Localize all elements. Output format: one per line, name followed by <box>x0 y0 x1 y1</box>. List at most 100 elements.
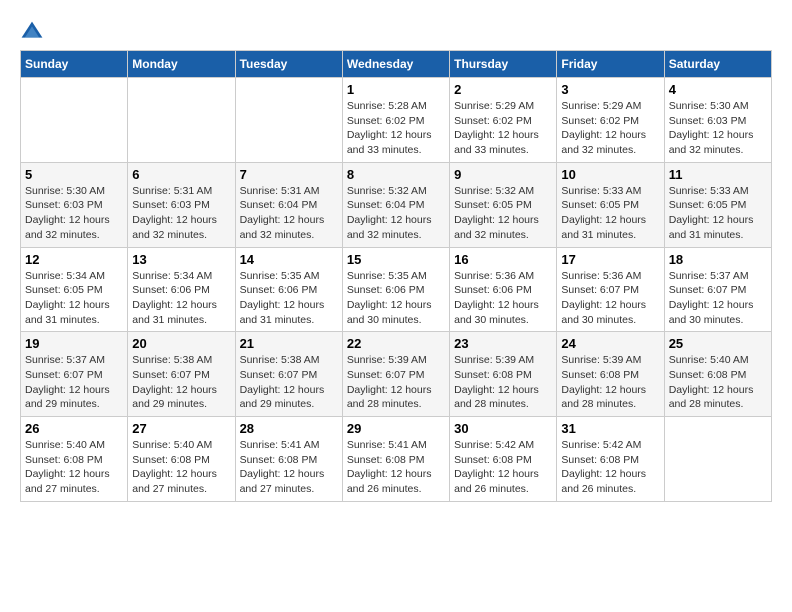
day-info-text: Sunset: 6:07 PM <box>347 368 445 383</box>
calendar-cell: 15Sunrise: 5:35 AMSunset: 6:06 PMDayligh… <box>342 247 449 332</box>
day-info-text: Sunset: 6:05 PM <box>669 198 767 213</box>
day-number: 7 <box>240 167 338 182</box>
day-info-text: Sunset: 6:07 PM <box>240 368 338 383</box>
calendar-cell: 27Sunrise: 5:40 AMSunset: 6:08 PMDayligh… <box>128 417 235 502</box>
day-number: 27 <box>132 421 230 436</box>
day-info-text: Sunset: 6:02 PM <box>347 114 445 129</box>
day-info-text: Sunset: 6:06 PM <box>454 283 552 298</box>
calendar-cell <box>235 78 342 163</box>
day-number: 9 <box>454 167 552 182</box>
calendar-cell <box>21 78 128 163</box>
day-info-text: Daylight: 12 hours and 31 minutes. <box>561 213 659 242</box>
day-number: 30 <box>454 421 552 436</box>
day-info-text: Sunrise: 5:38 AM <box>132 353 230 368</box>
calendar-cell: 30Sunrise: 5:42 AMSunset: 6:08 PMDayligh… <box>450 417 557 502</box>
day-info-text: Daylight: 12 hours and 26 minutes. <box>347 467 445 496</box>
day-of-week-header: Friday <box>557 51 664 78</box>
day-number: 1 <box>347 82 445 97</box>
calendar-cell: 29 Sunrise: 5:41 AMSunset: 6:08 PMDayligh… <box>342 417 449 502</box>
day-info-text: Daylight: 12 hours and 28 minutes. <box>347 383 445 412</box>
calendar-week-row: 5Sunrise: 5:30 AMSunset: 6:03 PMDaylight… <box>21 162 772 247</box>
day-of-week-header: Thursday <box>450 51 557 78</box>
day-number: 10 <box>561 167 659 182</box>
day-number: 25 <box>669 336 767 351</box>
day-info-text: Sunset: 6:08 PM <box>561 453 659 468</box>
day-number: 31 <box>561 421 659 436</box>
day-info-text: Daylight: 12 hours and 32 minutes. <box>132 213 230 242</box>
calendar-cell: 19 Sunrise: 5:37 AMSunset: 6:07 PMDayligh… <box>21 332 128 417</box>
day-info-text: Sunrise: 5:37 AM <box>669 269 767 284</box>
logo-icon <box>20 20 44 40</box>
day-info-text: Sunrise: 5:37 AM <box>25 353 123 368</box>
day-of-week-header: Wednesday <box>342 51 449 78</box>
day-number: 15 <box>347 252 445 267</box>
day-info-text: Daylight: 12 hours and 32 minutes. <box>25 213 123 242</box>
day-info-text: Sunset: 6:05 PM <box>561 198 659 213</box>
calendar-cell: 17Sunrise: 5:36 AMSunset: 6:07 PMDayligh… <box>557 247 664 332</box>
day-number: 4 <box>669 82 767 97</box>
day-number: 19 <box>25 336 123 351</box>
day-number: 26 <box>25 421 123 436</box>
day-info-text: Sunrise: 5:42 AM <box>454 438 552 453</box>
day-number: 22 <box>347 336 445 351</box>
calendar-cell: 23Sunrise: 5:39 AMSunset: 6:08 PMDayligh… <box>450 332 557 417</box>
day-info-text: Sunset: 6:04 PM <box>240 198 338 213</box>
calendar-table: SundayMondayTuesdayWednesdayThursdayFrid… <box>20 50 772 502</box>
day-info-text: Sunrise: 5:32 AM <box>347 184 445 199</box>
day-info-text: Daylight: 12 hours and 29 minutes. <box>132 383 230 412</box>
calendar-cell: 26Sunrise: 5:40 AMSunset: 6:08 PMDayligh… <box>21 417 128 502</box>
day-number: 20 <box>132 336 230 351</box>
day-number: 5 <box>25 167 123 182</box>
day-of-week-header: Sunday <box>21 51 128 78</box>
day-info-text: Daylight: 12 hours and 28 minutes. <box>454 383 552 412</box>
calendar-cell: 22 Sunrise: 5:39 AMSunset: 6:07 PMDayligh… <box>342 332 449 417</box>
day-number: 12 <box>25 252 123 267</box>
calendar-cell: 28Sunrise: 5:41 AMSunset: 6:08 PMDayligh… <box>235 417 342 502</box>
day-info-text: Sunrise: 5:31 AM <box>132 184 230 199</box>
calendar-week-row: 1Sunrise: 5:28 AMSunset: 6:02 PMDaylight… <box>21 78 772 163</box>
day-number: 29 <box>347 421 445 436</box>
calendar-cell <box>128 78 235 163</box>
day-info-text: Sunset: 6:07 PM <box>561 283 659 298</box>
day-info-text: Sunrise: 5:41 AM <box>347 438 445 453</box>
calendar-cell: 20Sunrise: 5:38 AMSunset: 6:07 PMDayligh… <box>128 332 235 417</box>
day-number: 8 <box>347 167 445 182</box>
calendar-week-row: 26Sunrise: 5:40 AMSunset: 6:08 PMDayligh… <box>21 417 772 502</box>
calendar-week-row: 19Sunrise: 5:37 AMSunset: 6:07 PMDayligh… <box>21 332 772 417</box>
day-info-text: Sunset: 6:06 PM <box>347 283 445 298</box>
day-info-text: Daylight: 12 hours and 33 minutes. <box>454 128 552 157</box>
day-info-text: Sunrise: 5:35 AM <box>240 269 338 284</box>
day-info-text: Daylight: 12 hours and 30 minutes. <box>561 298 659 327</box>
day-info-text: Sunrise: 5:34 AM <box>25 269 123 284</box>
day-info-text: Sunrise: 5:41 AM <box>240 438 338 453</box>
day-info-text: Sunrise: 5:32 AM <box>454 184 552 199</box>
day-info-text: Sunrise: 5:31 AM <box>240 184 338 199</box>
day-info-text: Sunset: 6:07 PM <box>25 368 123 383</box>
header <box>20 20 772 40</box>
day-number: 2 <box>454 82 552 97</box>
day-info-text: Daylight: 12 hours and 27 minutes. <box>240 467 338 496</box>
day-info-text: Daylight: 12 hours and 26 minutes. <box>454 467 552 496</box>
day-info-text: Daylight: 12 hours and 31 minutes. <box>25 298 123 327</box>
day-of-week-header: Saturday <box>664 51 771 78</box>
day-info-text: Sunset: 6:05 PM <box>25 283 123 298</box>
day-info-text: Sunrise: 5:39 AM <box>347 353 445 368</box>
day-info-text: Sunset: 6:06 PM <box>240 283 338 298</box>
calendar-cell: 13Sunrise: 5:34 AMSunset: 6:06 PMDayligh… <box>128 247 235 332</box>
day-info-text: Daylight: 12 hours and 29 minutes. <box>240 383 338 412</box>
day-info-text: Sunset: 6:08 PM <box>347 453 445 468</box>
day-info-text: Daylight: 12 hours and 32 minutes. <box>669 128 767 157</box>
day-info-text: Daylight: 12 hours and 32 minutes. <box>561 128 659 157</box>
day-info-text: Daylight: 12 hours and 27 minutes. <box>132 467 230 496</box>
day-info-text: Daylight: 12 hours and 29 minutes. <box>25 383 123 412</box>
day-info-text: Daylight: 12 hours and 33 minutes. <box>347 128 445 157</box>
day-number: 6 <box>132 167 230 182</box>
day-info-text: Sunrise: 5:42 AM <box>561 438 659 453</box>
day-info-text: Daylight: 12 hours and 30 minutes. <box>669 298 767 327</box>
day-info-text: Sunrise: 5:36 AM <box>561 269 659 284</box>
day-info-text: Sunrise: 5:40 AM <box>669 353 767 368</box>
day-info-text: Sunset: 6:08 PM <box>240 453 338 468</box>
calendar-cell: 25Sunrise: 5:40 AMSunset: 6:08 PMDayligh… <box>664 332 771 417</box>
day-info-text: Daylight: 12 hours and 27 minutes. <box>25 467 123 496</box>
day-info-text: Sunset: 6:08 PM <box>669 368 767 383</box>
